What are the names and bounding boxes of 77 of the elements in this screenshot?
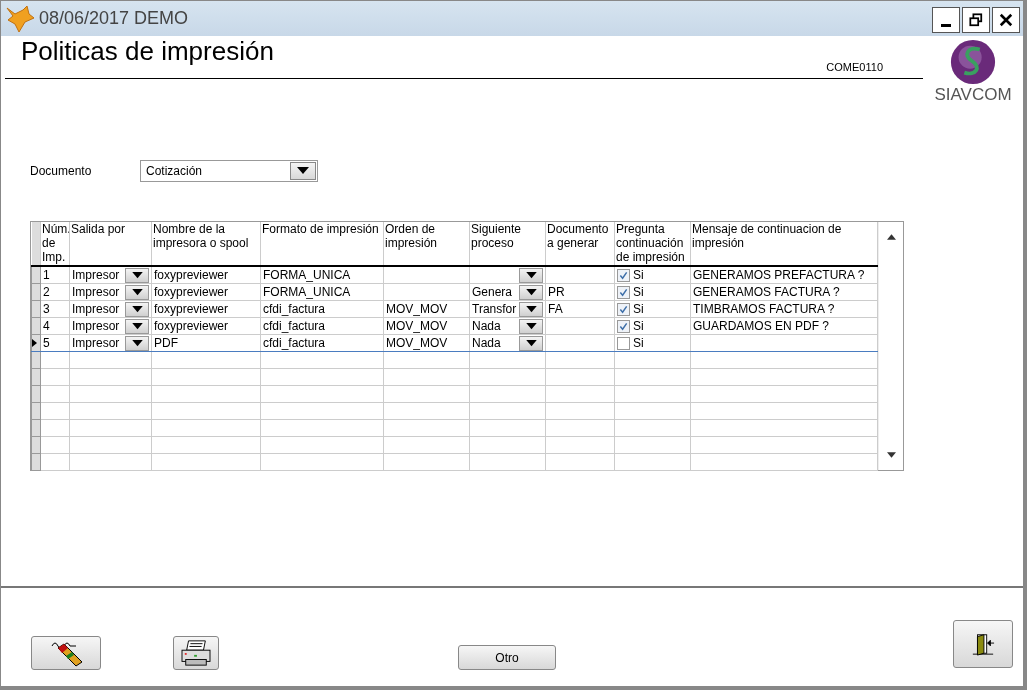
- scroll-up-icon[interactable]: [886, 234, 896, 240]
- minimize-button[interactable]: [932, 7, 960, 33]
- logo-icon: [949, 38, 997, 86]
- logo-text: SIAVCOM: [934, 86, 1012, 103]
- table-cell: 2: [43, 284, 50, 299]
- table-cell: GENERAMOS PREFACTURA ?: [693, 267, 865, 282]
- grid-row[interactable]: 2 Impresor foxypreviewer FORMA_UNICA Genera PR Si GENERAMOS FACTURA ?: [31, 283, 878, 301]
- checkbox[interactable]: [617, 319, 630, 333]
- table-cell: FORMA_UNICA: [263, 284, 351, 299]
- table-cell: cfdi_factura: [263, 318, 326, 333]
- table-cell-text: Impresor: [72, 335, 121, 351]
- column-header: Siguiente proceso: [469, 222, 546, 266]
- minimize-icon: [941, 23, 951, 27]
- table-cell: GENERAMOS FACTURA ?: [693, 284, 840, 299]
- otro-button[interactable]: Otro: [458, 645, 556, 670]
- checkbox[interactable]: [617, 285, 630, 299]
- checkbox-label: Si: [633, 318, 644, 334]
- table-cell: foxypreviewer: [154, 301, 229, 316]
- table-cell-text: Impresor: [72, 284, 121, 300]
- column-header: Formato de impresión: [260, 222, 384, 266]
- table-cell-text: Impresor: [72, 318, 121, 334]
- table-cell-text: Nada: [472, 335, 502, 351]
- row-pointer-icon: [32, 338, 37, 347]
- checkbox[interactable]: [617, 336, 630, 350]
- column-header: Nombre de la impresora o spool: [151, 222, 261, 266]
- window-title: 08/06/2017 DEMO: [39, 8, 189, 29]
- table-cell: MOV_MOV: [386, 301, 448, 316]
- column-header: Orden de impresión: [383, 222, 470, 266]
- exit-button[interactable]: [953, 620, 1013, 668]
- erase-button[interactable]: [31, 636, 101, 670]
- close-icon: [999, 13, 1013, 27]
- table-cell: PDF: [154, 335, 178, 350]
- table-cell: cfdi_factura: [263, 301, 326, 316]
- close-button[interactable]: [992, 7, 1020, 33]
- table-cell-text: Nada: [472, 318, 502, 334]
- table-cell: GUARDAMOS EN PDF ?: [693, 318, 830, 333]
- table-cell: 4: [43, 318, 50, 333]
- grid-row[interactable]: 1 Impresor foxypreviewer FORMA_UNICA Si GENERAMOS PREFACTURA ?: [31, 266, 878, 284]
- table-cell: PR: [548, 284, 565, 299]
- grid-row[interactable]: 3 Impresor foxypreviewer cfdi_factura MOV_MOV Transfor FA Si TIMBRAMOS FACTURA ?: [31, 300, 878, 318]
- column-header: Documento a generar: [545, 222, 615, 266]
- table-cell: 1: [43, 267, 50, 282]
- table-cell: 5: [43, 335, 50, 350]
- table-cell: FORMA_UNICA: [263, 267, 351, 282]
- column-header: Salida por: [69, 222, 152, 266]
- table-cell: 3: [43, 301, 50, 316]
- table-cell-text: Impresor: [72, 301, 121, 317]
- checkbox-label: Si: [633, 267, 644, 283]
- checkbox-label: Si: [633, 284, 644, 300]
- table-cell: foxypreviewer: [154, 267, 229, 282]
- restore-icon: [969, 13, 983, 27]
- table-cell: FA: [548, 301, 563, 316]
- form-code: COME0110: [826, 61, 883, 73]
- checkbox[interactable]: [617, 268, 630, 282]
- table-cell: foxypreviewer: [154, 318, 229, 333]
- print-button[interactable]: [173, 636, 219, 670]
- table-cell: TIMBRAMOS FACTURA ?: [693, 301, 835, 316]
- table-cell: foxypreviewer: [154, 284, 229, 299]
- grid-row[interactable]: 5 Impresor PDF cfdi_factura MOV_MOV Nada Si: [31, 334, 878, 352]
- checkbox-label: Si: [633, 335, 644, 351]
- table-cell-text: Genera: [472, 284, 514, 300]
- checkbox[interactable]: [617, 302, 630, 316]
- table-cell-text: Transfor: [472, 301, 518, 317]
- scroll-down-icon[interactable]: [886, 452, 896, 458]
- table-cell-text: Impresor: [72, 267, 121, 283]
- checkbox-label: Si: [633, 301, 644, 317]
- restore-button[interactable]: [962, 7, 990, 33]
- table-cell: MOV_MOV: [386, 335, 448, 350]
- documento-label: Documento: [30, 163, 93, 178]
- page-title: Politicas de impresión: [21, 36, 274, 67]
- column-header: Mensaje de continuacion de impresión: [690, 222, 878, 266]
- table-cell: cfdi_factura: [263, 335, 326, 350]
- grid-row[interactable]: 4 Impresor foxypreviewer cfdi_factura MOV_MOV Nada Si GUARDAMOS EN PDF ?: [31, 317, 878, 335]
- documento-dropdown[interactable]: Cotización: [140, 159, 318, 182]
- table-cell: MOV_MOV: [386, 318, 448, 333]
- column-header: Pregunta continuación de impresión: [614, 222, 691, 266]
- printer-icon: [179, 639, 213, 667]
